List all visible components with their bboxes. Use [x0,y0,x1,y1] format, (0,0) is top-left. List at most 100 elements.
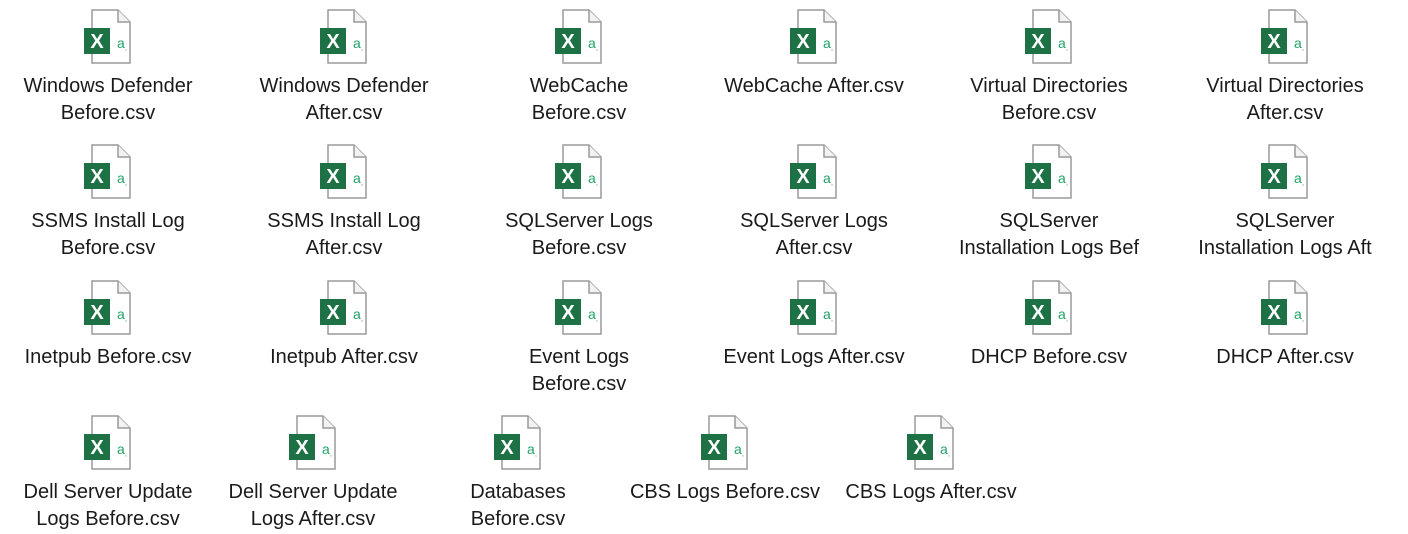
excel-csv-icon: a , X [84,9,131,64]
svg-text:a: a [1058,170,1066,186]
excel-csv-icon: a , X [320,280,367,335]
svg-text:X: X [326,302,340,324]
svg-text:,: , [125,45,127,52]
excel-csv-icon: a , X [494,415,541,470]
excel-csv-icon: a , X [320,9,367,64]
excel-csv-icon: a , X [555,144,602,199]
svg-text:,: , [1302,180,1304,187]
file-name: Inetpub After.csv [270,346,418,368]
svg-text:,: , [831,180,833,187]
file-item[interactable]: a , X SSMS Install Log Before.csv [8,143,208,262]
svg-text:a: a [1058,306,1066,322]
svg-text:,: , [535,451,537,458]
excel-csv-icon: a , X [1261,144,1308,199]
file-item[interactable]: a , X Virtual Directories After.csv [1185,8,1385,127]
svg-text:X: X [500,437,514,459]
file-name: WebCache Before.csv [529,75,629,124]
svg-text:a: a [1058,35,1066,51]
svg-text:a: a [117,306,125,322]
svg-text:,: , [1066,45,1068,52]
file-name: Databases Before.csv [470,481,566,530]
svg-text:X: X [913,437,927,459]
svg-text:a: a [940,441,948,457]
excel-csv-icon: a , X [790,280,837,335]
svg-text:X: X [326,166,340,188]
svg-text:X: X [796,166,810,188]
svg-text:a: a [527,441,535,457]
file-item[interactable]: a , X CBS Logs After.csv [831,414,1031,506]
file-name: Inetpub Before.csv [24,346,192,368]
file-explorer-view: a , X Windows Defender Before.csv a , X … [0,0,1408,534]
excel-csv-icon: a , X [555,9,602,64]
svg-text:,: , [948,451,950,458]
file-item[interactable]: a , X Windows Defender After.csv [244,8,444,127]
svg-text:X: X [1267,166,1281,188]
file-item[interactable]: a , X SQLServer Installation Logs Bef [949,143,1149,262]
file-name: SQLServer Installation Logs Bef [958,210,1140,259]
excel-csv-icon: a , X [1261,9,1308,64]
file-name: Event Logs Before.csv [528,346,630,395]
file-item[interactable]: a , X Inetpub Before.csv [8,279,208,371]
svg-text:,: , [1066,316,1068,323]
excel-csv-icon: a , X [320,144,367,199]
excel-csv-icon: a , X [555,280,602,335]
file-item[interactable]: a , X Dell Server Update Logs Before.csv [8,414,208,533]
svg-text:X: X [90,31,104,53]
svg-text:X: X [796,31,810,53]
svg-text:a: a [1294,170,1302,186]
file-item[interactable]: a , X DHCP After.csv [1185,279,1385,371]
svg-text:a: a [588,35,596,51]
svg-text:X: X [561,31,575,53]
svg-text:a: a [117,170,125,186]
svg-text:,: , [361,180,363,187]
file-item[interactable]: a , X CBS Logs Before.csv [625,414,825,506]
file-name: Virtual Directories Before.csv [970,75,1128,124]
svg-text:X: X [295,437,309,459]
file-name: SQLServer Logs Before.csv [505,210,653,259]
svg-text:a: a [353,35,361,51]
svg-text:a: a [823,35,831,51]
file-item[interactable]: a , X Event Logs Before.csv [479,279,679,398]
file-name: DHCP After.csv [1216,346,1354,368]
svg-text:a: a [734,441,742,457]
svg-text:a: a [823,170,831,186]
svg-text:a: a [117,35,125,51]
file-item[interactable]: a , X WebCache After.csv [714,8,914,100]
excel-csv-icon: a , X [1025,9,1072,64]
excel-csv-icon: a , X [289,415,336,470]
file-name: Windows Defender Before.csv [23,75,193,124]
svg-text:a: a [588,170,596,186]
file-item[interactable]: a , X SQLServer Logs Before.csv [479,143,679,262]
file-item[interactable]: a , X Inetpub After.csv [244,279,444,371]
svg-text:,: , [831,316,833,323]
excel-csv-icon: a , X [790,144,837,199]
file-name: Dell Server Update Logs Before.csv [23,481,193,530]
excel-csv-icon: a , X [1025,144,1072,199]
file-item[interactable]: a , X Databases Before.csv [418,414,618,533]
file-item[interactable]: a , X Windows Defender Before.csv [8,8,208,127]
file-item[interactable]: a , X SQLServer Logs After.csv [714,143,914,262]
file-item[interactable]: a , X SQLServer Installation Logs Aft [1185,143,1385,262]
file-item[interactable]: a , X DHCP Before.csv [949,279,1149,371]
file-item[interactable]: a , X Virtual Directories Before.csv [949,8,1149,127]
svg-text:,: , [361,45,363,52]
file-item[interactable]: a , X WebCache Before.csv [479,8,679,127]
file-item[interactable]: a , X Dell Server Update Logs After.csv [213,414,413,533]
excel-csv-icon: a , X [84,280,131,335]
file-item[interactable]: a , X SSMS Install Log After.csv [244,143,444,262]
excel-csv-icon: a , X [84,415,131,470]
svg-text:X: X [90,437,104,459]
file-name: SSMS Install Log After.csv [267,210,421,259]
file-name: DHCP Before.csv [970,346,1128,368]
file-name: Windows Defender After.csv [259,75,429,124]
svg-text:,: , [125,180,127,187]
svg-text:X: X [1031,166,1045,188]
file-name: Dell Server Update Logs After.csv [228,481,398,530]
excel-csv-icon: a , X [907,415,954,470]
svg-text:X: X [90,166,104,188]
file-item[interactable]: a , X Event Logs After.csv [714,279,914,371]
svg-text:a: a [353,306,361,322]
file-name: SQLServer Logs After.csv [740,210,888,259]
svg-text:a: a [1294,35,1302,51]
svg-text:,: , [596,45,598,52]
